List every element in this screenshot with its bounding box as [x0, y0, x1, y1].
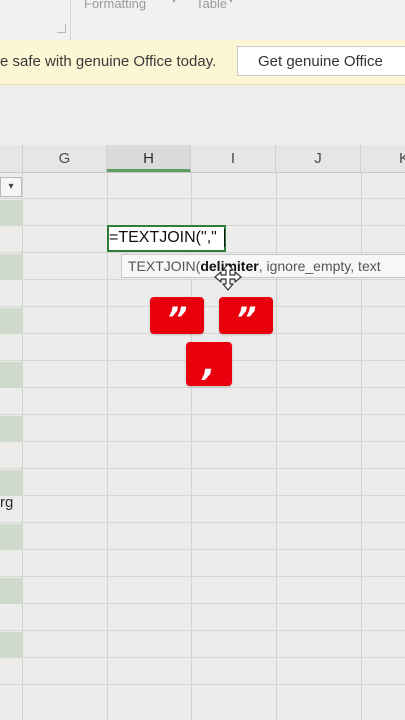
- gridline: [0, 630, 405, 631]
- gridline: [107, 172, 108, 720]
- gridline: [0, 576, 405, 577]
- gridline: [0, 684, 405, 685]
- table-cell[interactable]: [0, 524, 22, 551]
- comma-sticker: ,: [186, 342, 232, 386]
- gridline: [0, 549, 405, 550]
- gridline: [0, 522, 405, 523]
- table-cell[interactable]: [0, 470, 22, 497]
- quote-sticker: ”: [150, 297, 204, 338]
- table-cell[interactable]: [0, 362, 22, 389]
- move-cursor-icon: [214, 263, 242, 291]
- genuine-office-bar: e safe with genuine Office today. Get ge…: [0, 40, 405, 85]
- gridline: [0, 279, 405, 280]
- column-header-j[interactable]: J: [276, 145, 361, 172]
- column-header-g[interactable]: G: [23, 145, 107, 172]
- column-header-h[interactable]: H: [107, 145, 191, 172]
- column-header-k[interactable]: K: [361, 145, 405, 172]
- ribbon-separator: [70, 0, 71, 40]
- notification-message: e safe with genuine Office today.: [0, 53, 217, 70]
- text-caret: [224, 229, 225, 247]
- tooltip-function-name[interactable]: TEXTJOIN(: [128, 258, 200, 274]
- gridline: [0, 441, 405, 442]
- quote-sticker: ”: [219, 297, 273, 338]
- dialog-launcher-icon[interactable]: [57, 24, 66, 33]
- chevron-down-icon: ▾: [229, 0, 234, 5]
- table-cell[interactable]: [0, 632, 22, 659]
- column-header-row: G H I J K: [0, 145, 405, 173]
- ribbon: Formatting ▾ Table ▾: [0, 0, 405, 41]
- gridline: [0, 198, 405, 199]
- table-cell[interactable]: [0, 308, 22, 335]
- gridline: [0, 657, 405, 658]
- cell-formula-text: =TEXTJOIN(",": [109, 229, 217, 246]
- table-cell[interactable]: [0, 578, 22, 605]
- gridline: [22, 172, 23, 720]
- get-genuine-office-button[interactable]: Get genuine Office: [237, 46, 405, 76]
- column-header-i[interactable]: I: [191, 145, 276, 172]
- gridline: [0, 252, 405, 253]
- formula-bar-area: [0, 85, 405, 145]
- cell-text: rg: [0, 494, 14, 511]
- gridline: [0, 468, 405, 469]
- gridline: [0, 333, 405, 334]
- filter-dropdown-button[interactable]: ▾: [0, 177, 22, 197]
- table-cell[interactable]: [0, 200, 22, 227]
- gridline: [0, 387, 405, 388]
- column-header-f[interactable]: [0, 145, 23, 172]
- gridline: [0, 414, 405, 415]
- table-cell[interactable]: [0, 254, 22, 281]
- chevron-down-icon: ▾: [172, 0, 177, 5]
- ribbon-table-label[interactable]: Table: [196, 0, 227, 11]
- gridline: [0, 495, 405, 496]
- tooltip-remaining-arguments: , ignore_empty, text: [258, 258, 381, 274]
- function-tooltip[interactable]: TEXTJOIN(delimiter, ignore_empty, text: [121, 254, 405, 278]
- gridline: [0, 603, 405, 604]
- ribbon-formatting-label[interactable]: Formatting: [84, 0, 146, 11]
- table-cell[interactable]: [0, 416, 22, 443]
